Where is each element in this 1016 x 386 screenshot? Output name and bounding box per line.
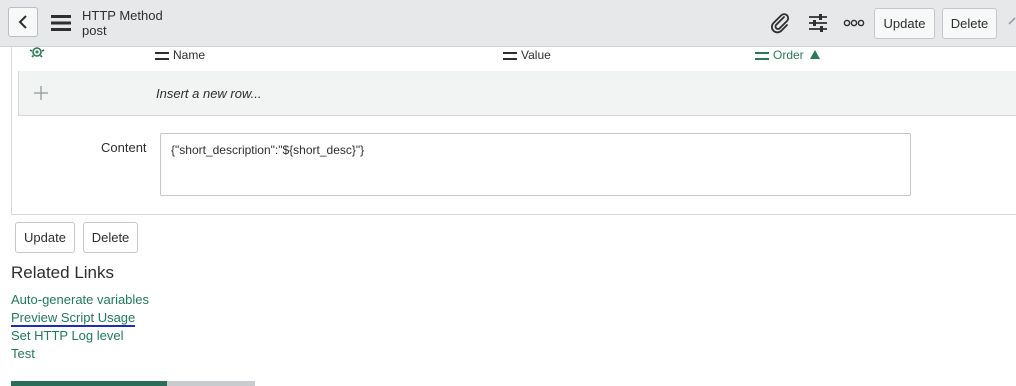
sliders-icon xyxy=(809,14,827,32)
record-type-title: HTTP Method xyxy=(82,8,163,23)
back-button[interactable] xyxy=(8,7,38,37)
column-header-order[interactable]: Order xyxy=(773,48,804,62)
header-delete-button[interactable]: Delete xyxy=(942,8,997,39)
scroll-up-icon[interactable] xyxy=(1008,14,1016,30)
link-auto-generate-variables[interactable]: Auto-generate variables xyxy=(11,292,149,307)
annotation-underline xyxy=(11,325,135,327)
column-header-value[interactable]: Value xyxy=(521,48,551,62)
back-icon xyxy=(18,15,27,29)
menu-icon[interactable] xyxy=(51,15,71,31)
more-icon xyxy=(843,19,865,27)
link-set-http-log-level[interactable]: Set HTTP Log level xyxy=(11,328,123,343)
column-menu-icon-order[interactable] xyxy=(755,52,769,61)
link-preview-script-usage[interactable]: Preview Script Usage xyxy=(11,310,135,325)
related-links-title: Related Links xyxy=(11,263,115,282)
header-update-button[interactable]: Update xyxy=(874,8,935,39)
insert-new-row[interactable]: Insert a new row... xyxy=(18,71,1016,116)
related-list-tab[interactable] xyxy=(167,381,255,386)
update-button[interactable]: Update xyxy=(15,222,75,253)
record-name: post xyxy=(82,23,107,38)
gear-icon[interactable] xyxy=(28,47,46,61)
column-header-name[interactable]: Name xyxy=(173,48,205,62)
more-options-button[interactable] xyxy=(842,11,866,35)
content-field[interactable]: {"short_description":"${short_desc}"} xyxy=(160,133,911,196)
link-test[interactable]: Test xyxy=(11,346,35,361)
related-list-tab-active[interactable] xyxy=(11,381,167,386)
sort-up-icon xyxy=(810,50,820,59)
paperclip-icon xyxy=(771,13,790,34)
delete-button[interactable]: Delete xyxy=(83,222,138,253)
plus-icon[interactable] xyxy=(33,85,49,101)
related-list-header: Name Value Order xyxy=(18,47,1016,72)
insert-row-placeholder[interactable]: Insert a new row... xyxy=(156,86,262,101)
personalize-form-button[interactable] xyxy=(806,11,830,35)
form-header: HTTP Method post Update Delete xyxy=(0,0,1016,47)
column-menu-icon-value[interactable] xyxy=(503,52,517,61)
content-label: Content xyxy=(101,140,147,155)
column-menu-icon-name[interactable] xyxy=(155,52,169,61)
attachment-button[interactable] xyxy=(768,11,792,35)
